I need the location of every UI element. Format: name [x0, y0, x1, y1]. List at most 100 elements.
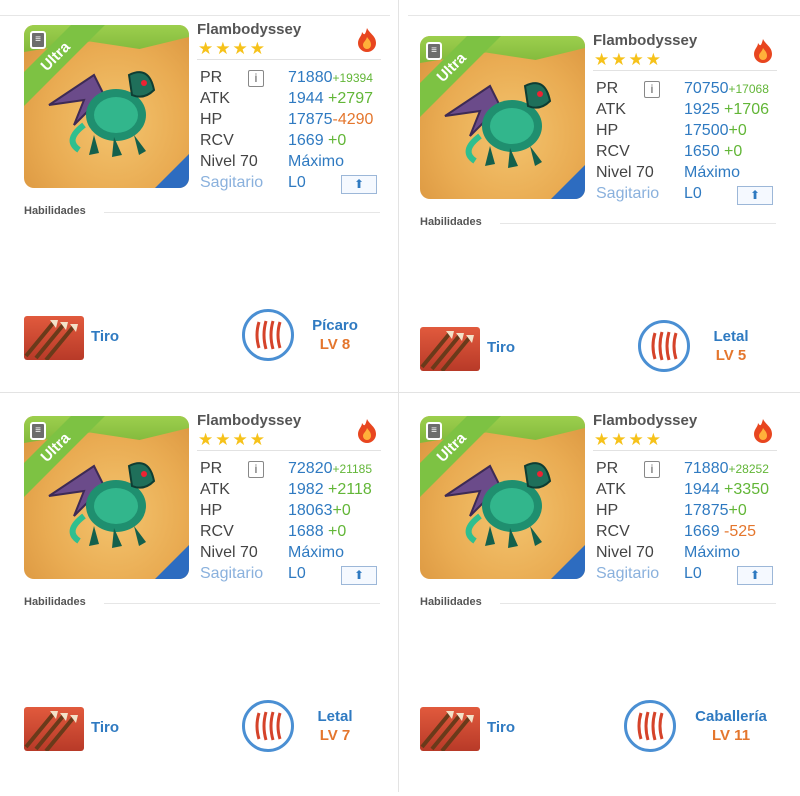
skill-icon[interactable] [24, 316, 84, 360]
pr-value-wrap: 70750+17068 [684, 80, 769, 98]
atk-value: 1925 [684, 101, 720, 118]
attribute-badge: ➶ [551, 545, 585, 579]
info-icon[interactable]: i [644, 461, 660, 478]
rcv-bonus: -525 [724, 523, 757, 540]
awakening-level: LV 5 [715, 347, 747, 364]
monster-portrait[interactable]: ≡ Ultra ➶ [420, 36, 585, 199]
skill-label[interactable]: Tiro [487, 719, 515, 736]
info-icon[interactable]: i [248, 461, 264, 478]
pr-bonus: +21185 [332, 462, 373, 476]
atk-label: ATK [200, 481, 230, 498]
hp-value: 17875 [684, 502, 729, 519]
rarity-stars: ★★★★ [198, 430, 267, 449]
awakening-badge[interactable] [638, 320, 690, 372]
level-value: Máximo [684, 164, 741, 181]
claw-icon [637, 711, 664, 741]
stat-row-rcv: RCV 1669 +0 [200, 132, 390, 152]
upgrade-button[interactable]: ⬆ [341, 566, 377, 585]
skill-icon[interactable] [24, 707, 84, 751]
stat-row-atk: ATK 1982 +2118 [200, 481, 390, 501]
hp-value-wrap: 17875-4290 [288, 111, 373, 129]
arrows-icon [24, 320, 78, 360]
level-value: Máximo [684, 544, 741, 561]
sign-label[interactable]: Sagitario [596, 565, 659, 583]
upgrade-button[interactable]: ⬆ [737, 566, 773, 585]
monster-portrait[interactable]: ≡ Ultra ➶ [24, 25, 189, 188]
top-divider-left [0, 15, 390, 16]
pr-bonus: +17068 [728, 82, 769, 96]
awakening-badge[interactable] [242, 700, 294, 752]
upgrade-button[interactable]: ⬆ [341, 175, 377, 194]
atk-value: 1944 [684, 481, 720, 498]
skill-label[interactable]: Tiro [487, 339, 515, 356]
awakening-name: Pícaro [312, 317, 358, 334]
stat-row-hp: HP 17875+0 [596, 502, 786, 522]
hp-bonus: +0 [332, 502, 351, 519]
stat-row-pr: PR i 71880+19394 [200, 69, 390, 89]
pr-value: 71880 [288, 69, 333, 86]
atk-bonus: +3350 [724, 481, 769, 498]
rarity-stars: ★★★★ [594, 430, 663, 449]
atk-value-wrap: 1944 +2797 [288, 90, 373, 108]
atk-value-wrap: 1944 +3350 [684, 481, 769, 499]
abilities-label: Habilidades [24, 596, 86, 608]
pr-label: PR [596, 460, 619, 477]
hp-value: 18063 [288, 502, 333, 519]
stat-row-sign: Sagitario L0 ⬆ [596, 565, 786, 585]
sign-label[interactable]: Sagitario [200, 565, 263, 583]
upgrade-button[interactable]: ⬆ [737, 186, 773, 205]
stat-row-hp: HP 18063+0 [200, 502, 390, 522]
attribute-badge: ➶ [551, 165, 585, 199]
skill-label[interactable]: Tiro [91, 719, 119, 736]
rcv-bonus: +0 [328, 523, 347, 540]
skill-icon[interactable] [420, 327, 480, 371]
abilities-label: Habilidades [420, 216, 482, 228]
awakening-badge[interactable] [624, 700, 676, 752]
monster-portrait[interactable]: ≡ Ultra ➶ [24, 416, 189, 579]
info-icon[interactable]: i [248, 70, 264, 87]
name-divider [593, 70, 777, 71]
pr-value: 71880 [684, 460, 729, 477]
awakening-name: Letal [317, 708, 353, 725]
rcv-bonus: +0 [724, 143, 743, 160]
attribute-badge: ➶ [155, 545, 189, 579]
arrows-icon [24, 711, 78, 751]
level-label: Nivel 70 [200, 153, 258, 170]
stat-row-sign: Sagitario L0 ⬆ [200, 174, 390, 194]
claw-icon [255, 320, 282, 350]
awakening-badge[interactable] [242, 309, 294, 361]
abilities-divider [500, 603, 776, 604]
monster-portrait[interactable]: ≡ Ultra ➶ [420, 416, 585, 579]
hp-value-wrap: 17875+0 [684, 502, 747, 520]
atk-value: 1944 [288, 90, 324, 107]
pr-label: PR [200, 69, 223, 86]
atk-value-wrap: 1925 +1706 [684, 101, 769, 119]
stat-row-sign: Sagitario L0 ⬆ [596, 185, 786, 205]
level-label: Nivel 70 [200, 544, 258, 561]
rcv-label: RCV [200, 132, 234, 149]
info-icon[interactable]: i [644, 81, 660, 98]
stat-row-level: Nivel 70 Máximo [596, 544, 786, 564]
sign-label[interactable]: Sagitario [200, 174, 263, 192]
sign-label[interactable]: Sagitario [596, 185, 659, 203]
skill-label[interactable]: Tiro [91, 328, 119, 345]
awakening-name: Letal [713, 328, 749, 345]
monster-name: Flambodyssey [593, 32, 698, 49]
awakening-level: LV 7 [319, 727, 351, 744]
arrows-icon [420, 711, 474, 751]
monster-panel-1: ≡ Ultra ➶ Flambodyssey ★★★★ PR i 71880+1… [24, 21, 404, 405]
attribute-badge: ➶ [155, 154, 189, 188]
level-label: Nivel 70 [596, 544, 654, 561]
hp-bonus: -4290 [332, 111, 374, 128]
sign-value: L0 [684, 565, 702, 582]
fire-element-icon [358, 419, 376, 443]
stat-row-pr: PR i 71880+28252 [596, 460, 786, 480]
rcv-label: RCV [596, 143, 630, 160]
skill-icon[interactable] [420, 707, 480, 751]
pr-label: PR [200, 460, 223, 477]
monster-panel-2: ≡ Ultra ➶ Flambodyssey ★★★★ PR i 70750+1… [420, 32, 800, 416]
level-value: Máximo [288, 544, 345, 561]
hp-label: HP [596, 502, 619, 519]
stat-row-rcv: RCV 1688 +0 [200, 523, 390, 543]
stat-row-hp: HP 17500+0 [596, 122, 786, 142]
